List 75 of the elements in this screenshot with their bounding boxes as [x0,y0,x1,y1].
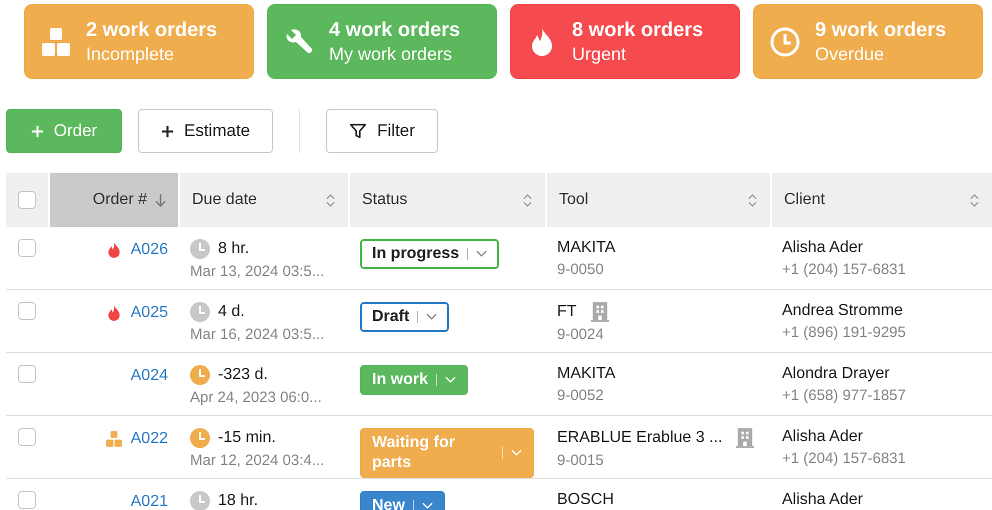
order-link[interactable]: A026 [130,241,168,259]
due-time: -323 d. [218,366,268,384]
due-date: Mar 13, 2024 03:5... [190,263,326,280]
sort-down-icon [155,192,166,208]
tool-name: ERABLUE Erablue 3 ... [557,429,722,447]
tool-code: 9-0015 [557,452,605,469]
tool-name: FT [557,303,577,321]
client-name: Alisha Ader [782,491,864,509]
tool-name: BOSCH [557,491,614,509]
add-button[interactable]: Estimate [138,109,274,153]
due-time: 18 hr. [218,492,258,510]
due-date: Mar 12, 2024 03:4... [190,452,326,469]
add-button[interactable]: Order [6,109,122,153]
tool-code: 9-0024 [557,326,605,343]
client-phone: +1 (896) 191-9295 [782,324,907,341]
select-all-checkbox[interactable] [18,191,36,209]
sort-icon [522,192,533,208]
column-header[interactable]: Status [348,173,545,227]
summary-card[interactable]: 4 work orders My work orders [267,4,497,79]
sort-icon [969,192,980,208]
due-time: -15 min. [218,429,276,447]
filter-button[interactable]: Filter [326,109,438,153]
tool-name: MAKITA [557,239,616,257]
boxes-icon [40,26,72,58]
client-phone: +1 (658) 977-1857 [782,387,907,404]
plus-icon [30,124,44,138]
card-label: My work orders [329,44,454,64]
summary-card[interactable]: 8 work orders Urgent [510,4,740,79]
row-checkbox[interactable] [18,302,36,320]
status-dropdown[interactable]: New [360,491,445,510]
order-link[interactable]: A024 [130,367,168,385]
sort-icon [325,192,336,208]
plus-icon [161,124,174,138]
tool-code: 9-0050 [557,261,605,278]
status-dropdown[interactable]: In progress [360,239,500,269]
due-time: 8 hr. [218,240,250,258]
due-date: Mar 16, 2024 03:5... [190,326,326,343]
row-checkbox[interactable] [18,428,36,446]
client-phone: +1 (204) 157-6831 [782,261,907,278]
column-header[interactable]: Due date [178,173,348,227]
card-count: 9 work orders [815,18,946,42]
order-link[interactable]: A022 [130,430,168,448]
card-label: Incomplete [86,44,176,64]
column-header[interactable]: Client [770,173,992,227]
due-time: 4 d. [218,303,245,321]
row-checkbox[interactable] [18,239,36,257]
column-header[interactable]: Order # [48,173,178,227]
card-label: Overdue [815,44,886,64]
client-name: Alondra Drayer [782,365,891,383]
caret-icon [422,502,433,510]
order-link[interactable]: A025 [130,304,168,322]
client-name: Alisha Ader [782,239,864,257]
card-count: 2 work orders [86,18,218,42]
status-dropdown[interactable]: In work [360,365,468,395]
status-dropdown[interactable]: Draft [360,302,450,332]
caret-icon [445,376,456,384]
caret-icon [511,449,522,457]
sort-icon [747,192,758,208]
row-checkbox[interactable] [18,365,36,383]
card-label: Urgent [572,44,628,64]
row-checkbox[interactable] [18,491,36,509]
client-name: Alisha Ader [782,428,864,446]
client-name: Andrea Stromme [782,302,904,320]
card-count: 4 work orders [329,18,460,42]
caret-icon [426,313,438,321]
card-count: 8 work orders [572,18,704,42]
tool-name: MAKITA [557,365,616,383]
client-phone: +1 (204) 157-6831 [782,450,907,467]
column-header[interactable]: Tool [545,173,770,227]
caret-icon [476,250,488,258]
tool-code: 9-0052 [557,387,605,404]
filter-icon [349,122,368,140]
clock-icon [769,26,801,58]
order-link[interactable]: A021 [130,493,168,510]
due-date: Apr 24, 2023 06:0... [190,389,323,406]
